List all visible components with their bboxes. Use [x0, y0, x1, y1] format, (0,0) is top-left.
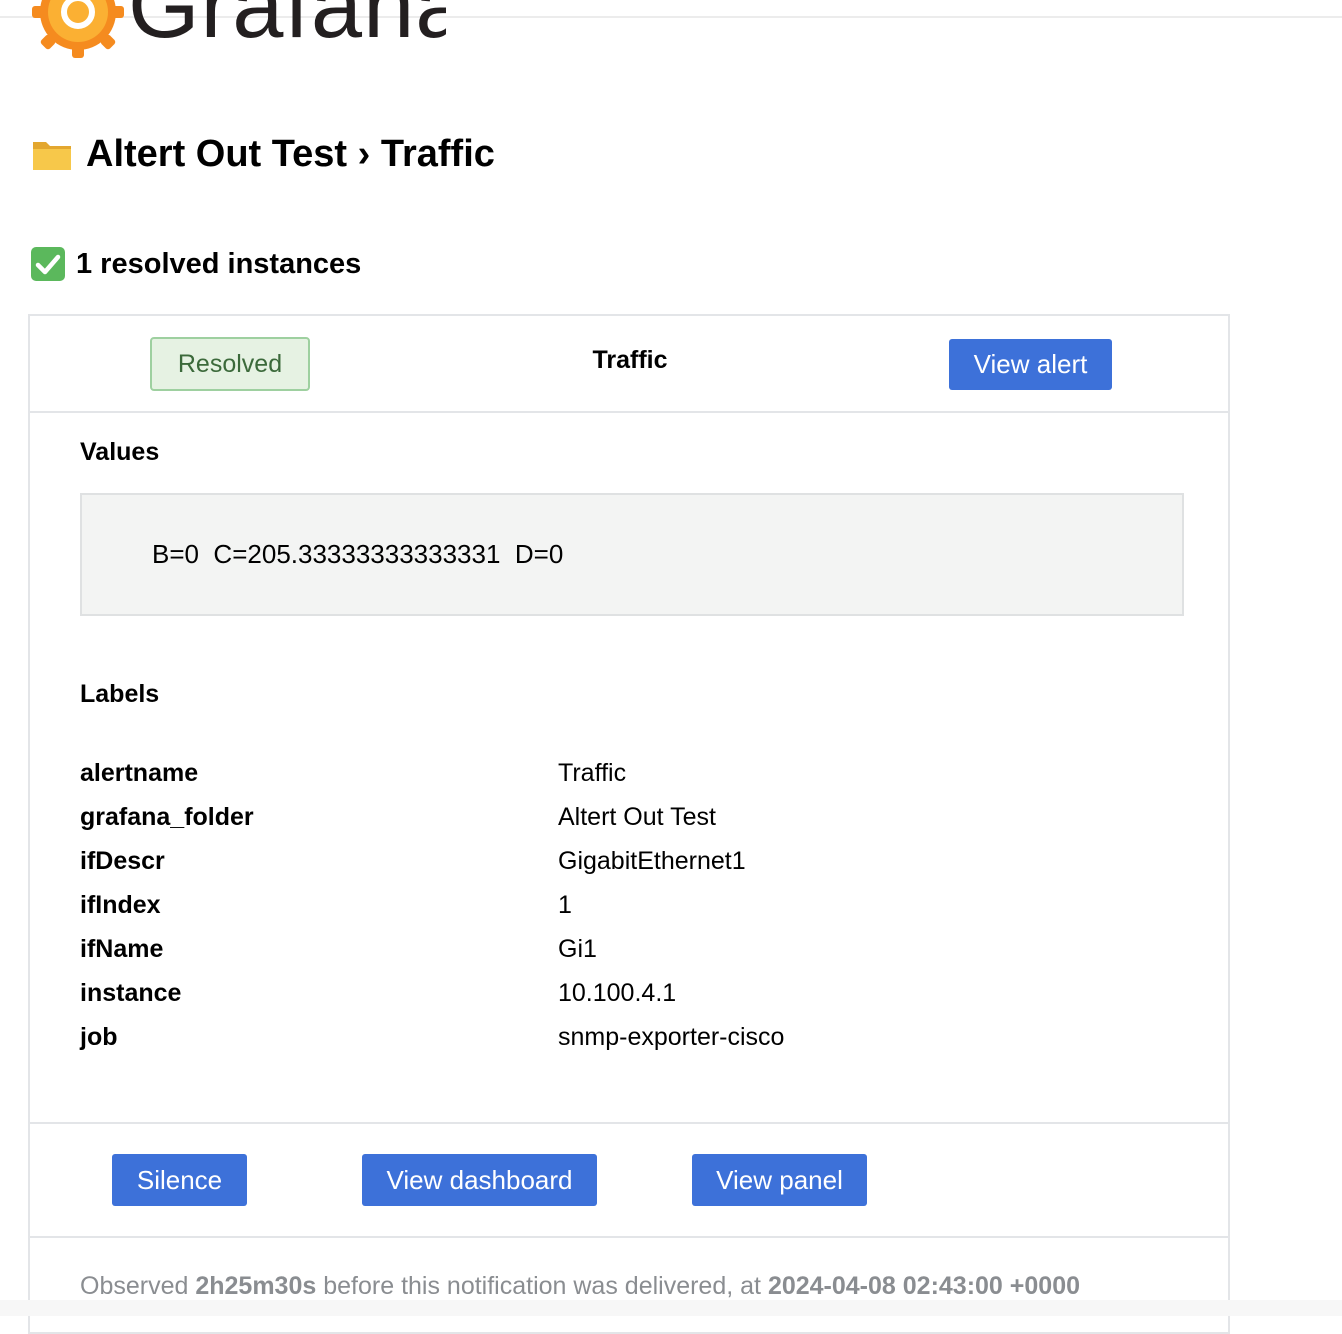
label-key: instance	[80, 979, 182, 1007]
footer-divider	[30, 1236, 1228, 1238]
label-key: grafana_folder	[80, 803, 254, 831]
label-row: grafana_folder Altert Out Test	[80, 800, 1180, 844]
values-title: Values	[80, 438, 160, 466]
label-value: GigabitEthernet1	[558, 847, 746, 875]
label-row: job snmp-exporter-cisco	[80, 1020, 1180, 1064]
label-row: alertname Traffic	[80, 756, 1180, 800]
check-mark-icon	[31, 247, 65, 281]
label-key: ifDescr	[80, 847, 165, 875]
label-value: Altert Out Test	[558, 803, 716, 831]
page-title-row: Altert Out Test › Traffic	[30, 128, 495, 180]
observed-duration: 2h25m30s	[195, 1272, 317, 1300]
values-box: B=0 C=205.33333333333331 D=0	[80, 493, 1184, 616]
view-dashboard-button[interactable]: View dashboard	[362, 1154, 597, 1206]
bottom-strip	[0, 1300, 1342, 1316]
label-key: alertname	[80, 759, 199, 787]
folder-icon	[33, 142, 71, 170]
observed-timestamp: 2024-04-08 02:43:00 +0000	[767, 1272, 1080, 1300]
label-key: job	[80, 1023, 118, 1051]
silence-button[interactable]: Silence	[112, 1154, 247, 1206]
label-row: instance 10.100.4.1	[80, 976, 1180, 1020]
alert-card-header: Resolved Traffic View alert	[30, 316, 1228, 413]
label-row: ifIndex 1	[80, 888, 1180, 932]
observed-middle: before this notification was delivered, …	[323, 1272, 761, 1300]
label-key: ifIndex	[80, 891, 161, 919]
actions-divider	[30, 1122, 1228, 1124]
resolved-heading: 1 resolved instances	[76, 247, 362, 280]
label-value: Gi1	[558, 935, 597, 963]
label-row: ifName Gi1	[80, 932, 1180, 976]
label-key: ifName	[80, 935, 164, 963]
view-alert-button[interactable]: View alert	[949, 339, 1112, 390]
labels-title: Labels	[80, 680, 160, 708]
alert-card: Resolved Traffic View alert Values B=0 C…	[28, 314, 1230, 1334]
status-badge: Resolved	[150, 337, 310, 391]
grafana-logo: Grafana	[26, 0, 446, 60]
label-value: Traffic	[558, 759, 627, 787]
resolved-summary: 1 resolved instances	[30, 244, 361, 284]
label-value: 10.100.4.1	[558, 979, 677, 1007]
label-value: snmp-exporter-cisco	[558, 1023, 785, 1051]
logo-text: Grafana	[128, 0, 446, 57]
labels-table: alertname Traffic grafana_folder Altert …	[80, 756, 1180, 1064]
page-title: Altert Out Test › Traffic	[86, 132, 495, 175]
view-panel-button[interactable]: View panel	[692, 1154, 867, 1206]
observed-text: Observed 2h25m30s before this notificati…	[80, 1272, 1080, 1301]
observed-prefix: Observed	[80, 1272, 189, 1300]
values-text: B=0 C=205.33333333333331 D=0	[152, 539, 564, 569]
grafana-logo-icon	[32, 0, 124, 58]
label-value: 1	[558, 891, 572, 919]
label-row: ifDescr GigabitEthernet1	[80, 844, 1180, 888]
alert-name: Traffic	[592, 346, 668, 374]
